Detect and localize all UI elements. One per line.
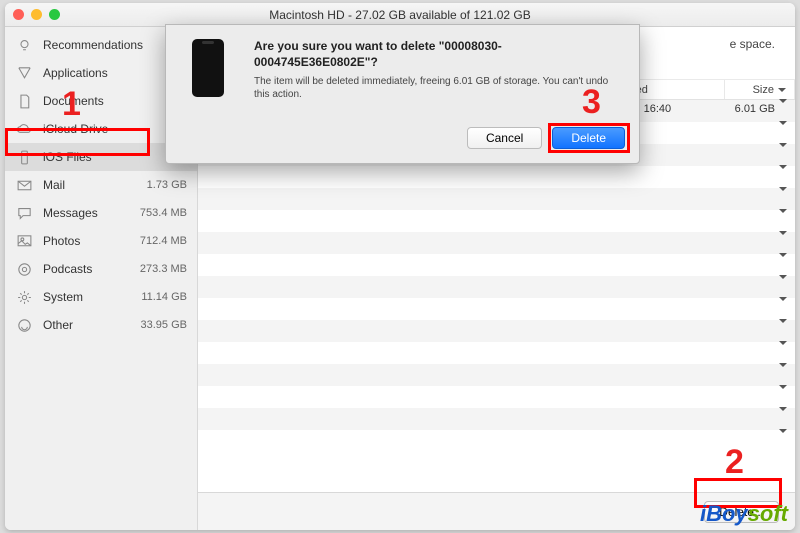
table-row xyxy=(198,430,795,452)
sidebar-item-other[interactable]: Other 33.95 GB xyxy=(5,311,197,339)
sidebar-item-label: Photos xyxy=(43,234,130,248)
doc-icon xyxy=(15,92,33,110)
table-row xyxy=(198,254,795,276)
cancel-button[interactable]: Cancel xyxy=(467,127,542,149)
sidebar-item-system[interactable]: System 11.14 GB xyxy=(5,283,197,311)
table-row xyxy=(198,320,795,342)
table-row xyxy=(198,188,795,210)
sidebar-item-size: 712.4 MB xyxy=(140,235,187,247)
dialog-icon xyxy=(180,39,236,149)
pod-icon xyxy=(15,260,33,278)
maximize-icon[interactable] xyxy=(49,9,60,20)
photo-icon xyxy=(15,232,33,250)
sidebar-item-label: iCloud Drive xyxy=(43,122,177,136)
table-row xyxy=(198,386,795,408)
sys-icon xyxy=(15,288,33,306)
cloud-icon xyxy=(15,120,33,138)
sidebar-item-label: Applications xyxy=(43,66,177,80)
sidebar-item-label: Other xyxy=(43,318,131,332)
sidebar-item-size: 1.73 GB xyxy=(147,179,187,191)
table-row xyxy=(198,364,795,386)
close-icon[interactable] xyxy=(13,9,24,20)
sidebar-item-label: Recommendations xyxy=(43,38,177,52)
sidebar-item-label: System xyxy=(43,290,131,304)
sidebar-item-size: 33.95 GB xyxy=(141,319,187,331)
sidebar-item-mail[interactable]: Mail 1.73 GB xyxy=(5,171,197,199)
other-icon xyxy=(15,316,33,334)
table-row xyxy=(198,232,795,254)
free-space-text: e space. xyxy=(730,37,775,51)
sidebar-item-size: 753.4 MB xyxy=(140,207,187,219)
phone-icon xyxy=(15,148,33,166)
dialog-heading: Are you sure you want to delete "0000803… xyxy=(254,39,625,70)
sidebar-item-label: Messages xyxy=(43,206,130,220)
window-title: Macintosh HD - 27.02 GB available of 121… xyxy=(5,8,795,22)
col-size[interactable]: Size xyxy=(725,80,795,99)
sidebar-item-messages[interactable]: Messages 753.4 MB xyxy=(5,199,197,227)
table-row xyxy=(198,342,795,364)
dialog-description: The item will be deleted immediately, fr… xyxy=(254,75,625,101)
msg-icon xyxy=(15,204,33,222)
sidebar-item-label: iOS Files xyxy=(43,150,171,164)
sidebar-item-size: 11.14 GB xyxy=(141,291,187,303)
sidebar-item-photos[interactable]: Photos 712.4 MB xyxy=(5,227,197,255)
sidebar-item-label: Podcasts xyxy=(43,262,130,276)
delete-button[interactable]: Delete xyxy=(552,127,625,149)
confirm-dialog: Are you sure you want to delete "0000803… xyxy=(165,24,640,164)
sidebar-item-podcasts[interactable]: Podcasts 273.3 MB xyxy=(5,255,197,283)
table-row xyxy=(198,298,795,320)
mail-icon xyxy=(15,176,33,194)
table-row xyxy=(198,276,795,298)
table-row xyxy=(198,210,795,232)
lamp-icon xyxy=(15,36,33,54)
sidebar-item-label: Mail xyxy=(43,178,137,192)
iphone-icon xyxy=(192,39,224,97)
apps-icon xyxy=(15,64,33,82)
minimize-icon[interactable] xyxy=(31,9,42,20)
table-row xyxy=(198,166,795,188)
sidebar-item-label: Documents xyxy=(43,94,171,108)
sidebar-item-size: 273.3 MB xyxy=(140,263,187,275)
watermark: iBoysoft xyxy=(700,501,788,527)
table-row xyxy=(198,408,795,430)
